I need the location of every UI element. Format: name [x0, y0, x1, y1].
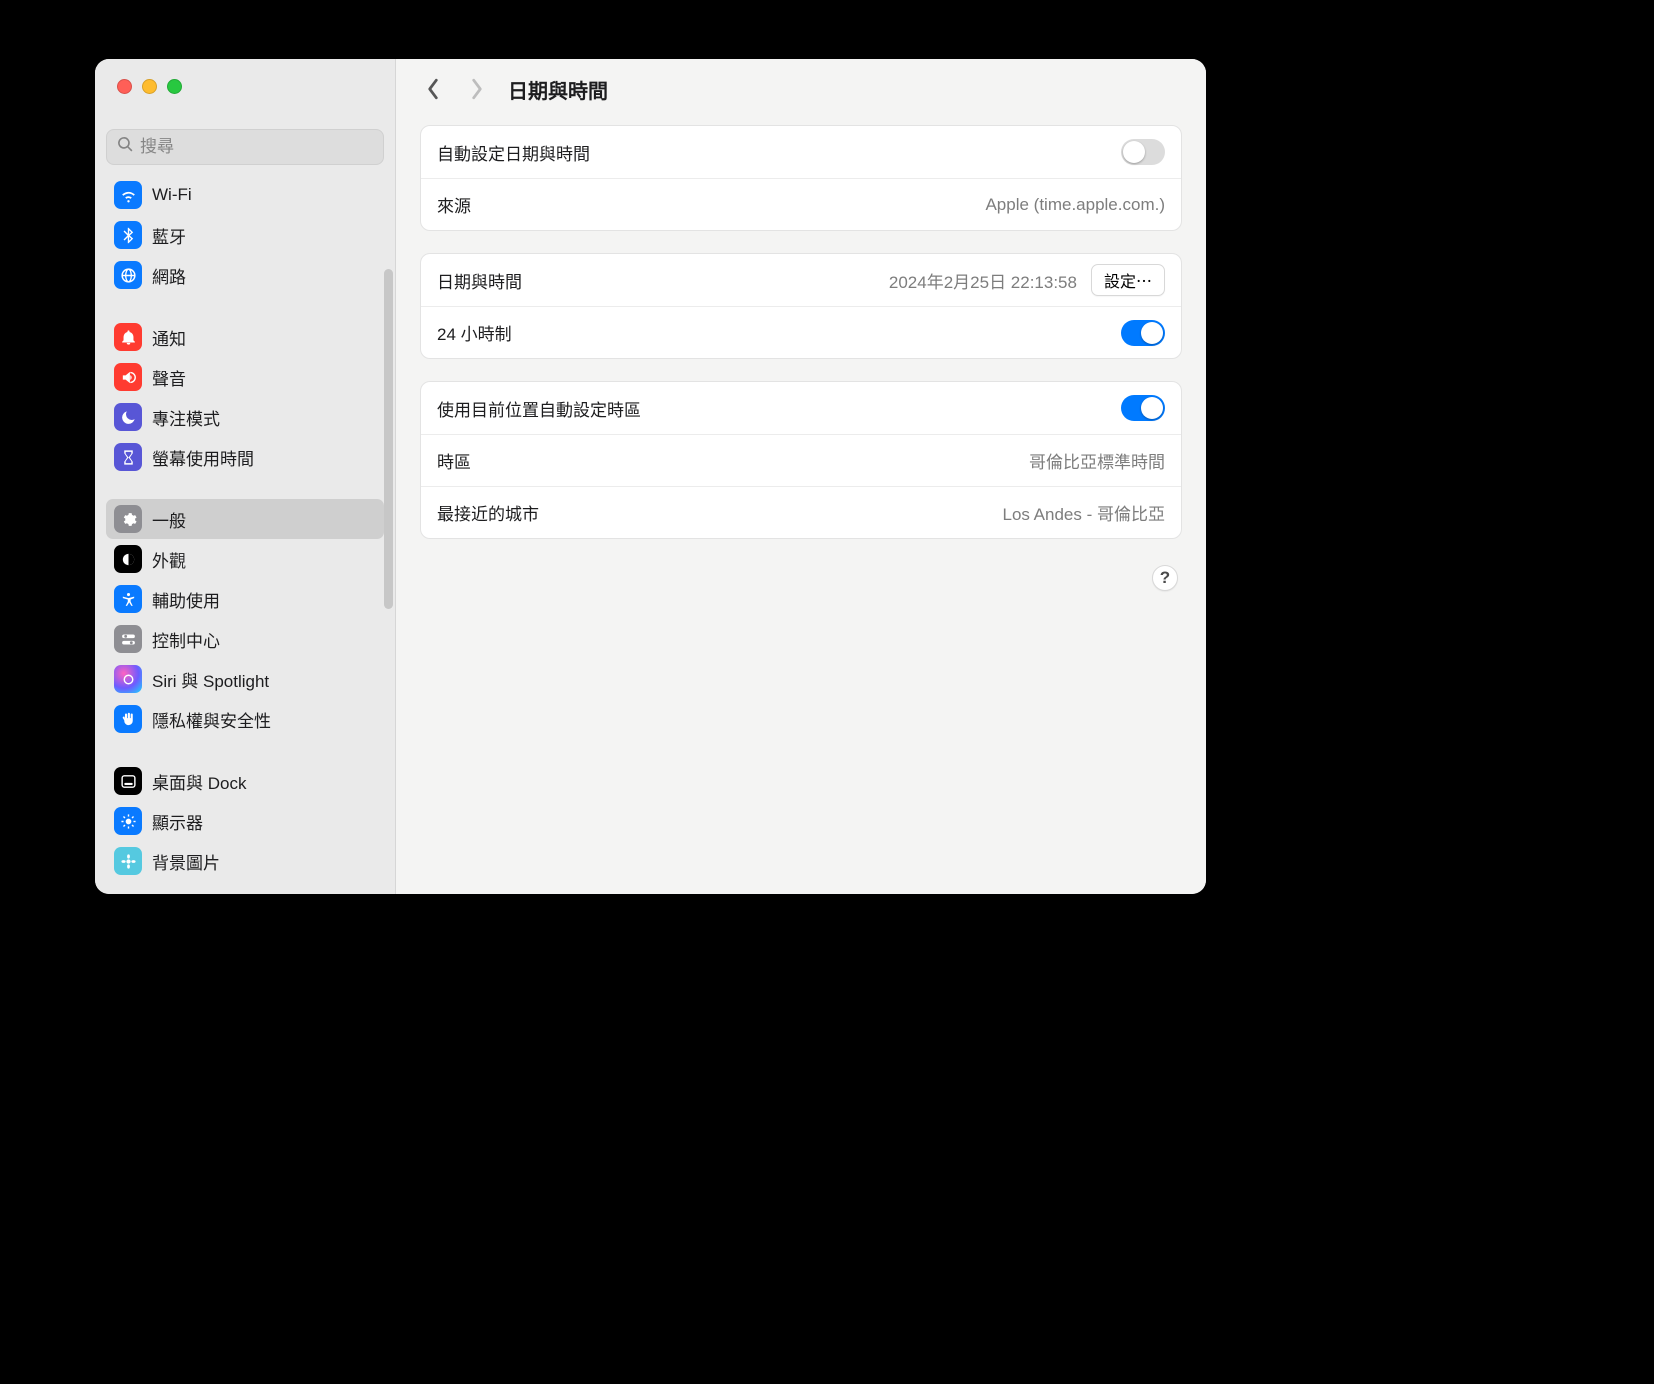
sidebar-item-label: 背景圖片	[152, 849, 220, 874]
sidebar-item-wifi[interactable]: Wi-Fi	[106, 175, 384, 215]
sidebar-item-label: 控制中心	[152, 627, 220, 652]
wifi-icon	[114, 181, 142, 209]
gear-icon	[114, 505, 142, 533]
sidebar-item-bluetooth[interactable]: 藍牙	[106, 215, 384, 255]
moon-icon	[114, 403, 142, 431]
sidebar-item-label: 外觀	[152, 547, 186, 572]
card-timezone: 使用目前位置自動設定時區 時區 哥倫比亞標準時間 最接近的城市 Los Ande…	[420, 381, 1182, 539]
forward-button[interactable]	[464, 76, 490, 102]
sidebar-item-screentime[interactable]: 螢幕使用時間	[106, 437, 384, 477]
toggle-24h[interactable]	[1121, 320, 1165, 346]
row-auto-datetime: 自動設定日期與時間	[421, 126, 1181, 178]
sidebar-item-notifications[interactable]: 通知	[106, 317, 384, 357]
toggle-auto-datetime[interactable]	[1121, 139, 1165, 165]
sidebar-item-label: 隱私權與安全性	[152, 707, 271, 732]
sidebar-item-wallpaper[interactable]: 背景圖片	[106, 841, 384, 881]
card-datetime: 自動設定日期與時間 來源 Apple (time.apple.com.)	[420, 125, 1182, 231]
page-title: 日期與時間	[508, 75, 608, 104]
content-area: 自動設定日期與時間 來源 Apple (time.apple.com.) 日期與…	[396, 119, 1206, 894]
sidebar-item-label: 輔助使用	[152, 587, 220, 612]
row-label: 使用目前位置自動設定時區	[437, 396, 641, 421]
titlebar: 日期與時間	[396, 59, 1206, 119]
speaker-icon	[114, 363, 142, 391]
search-field[interactable]	[106, 129, 384, 165]
sidebar-item-general[interactable]: 一般	[106, 499, 384, 539]
minimize-button[interactable]	[142, 79, 157, 94]
row-label: 日期與時間	[437, 268, 522, 293]
search-field-wrapper	[106, 129, 384, 165]
row-label: 來源	[437, 192, 471, 217]
sidebar: Wi-Fi 藍牙 網路 通知	[95, 59, 396, 894]
sidebar-item-label: 藍牙	[152, 223, 186, 248]
hand-icon	[114, 705, 142, 733]
sidebar-item-label: 顯示器	[152, 809, 203, 834]
dock-icon	[114, 767, 142, 795]
row-label: 最接近的城市	[437, 500, 539, 525]
row-value: 哥倫比亞標準時間	[1029, 448, 1165, 473]
row-label: 24 小時制	[437, 320, 512, 345]
sidebar-item-accessibility[interactable]: 輔助使用	[106, 579, 384, 619]
back-button[interactable]	[420, 76, 446, 102]
hourglass-icon	[114, 443, 142, 471]
sidebar-item-label: 專注模式	[152, 405, 220, 430]
sidebar-item-label: 一般	[152, 507, 186, 532]
main-pane: 日期與時間 自動設定日期與時間 來源 Apple (time.apple.com…	[396, 59, 1206, 894]
sidebar-item-label: Wi-Fi	[152, 185, 192, 205]
row-value: Apple (time.apple.com.)	[985, 195, 1165, 215]
close-button[interactable]	[117, 79, 132, 94]
window-controls	[95, 59, 395, 109]
sidebar-item-desktop-dock[interactable]: 桌面與 Dock	[106, 761, 384, 801]
row-datetime: 日期與時間 2024年2月25日 22:13:58 設定⋯	[421, 254, 1181, 306]
row-tz: 時區 哥倫比亞標準時間	[421, 434, 1181, 486]
row-value: Los Andes - 哥倫比亞	[1002, 500, 1165, 525]
row-24h: 24 小時制	[421, 306, 1181, 358]
sidebar-list[interactable]: Wi-Fi 藍牙 網路 通知	[95, 175, 395, 894]
help-button[interactable]: ?	[1152, 565, 1178, 591]
sidebar-item-label: 通知	[152, 325, 186, 350]
row-label: 時區	[437, 448, 471, 473]
sidebar-item-displays[interactable]: 顯示器	[106, 801, 384, 841]
bluetooth-icon	[114, 221, 142, 249]
row-label: 自動設定日期與時間	[437, 140, 590, 165]
sidebar-item-label: 聲音	[152, 365, 186, 390]
search-input[interactable]	[140, 137, 373, 157]
sidebar-scrollbar[interactable]	[384, 269, 393, 609]
row-source: 來源 Apple (time.apple.com.)	[421, 178, 1181, 230]
globe-icon	[114, 261, 142, 289]
appearance-icon	[114, 545, 142, 573]
search-icon	[117, 136, 134, 158]
help-row: ?	[420, 561, 1182, 591]
sidebar-item-focus[interactable]: 專注模式	[106, 397, 384, 437]
sidebar-item-sound[interactable]: 聲音	[106, 357, 384, 397]
toggle-auto-tz[interactable]	[1121, 395, 1165, 421]
set-datetime-button[interactable]: 設定⋯	[1091, 264, 1165, 296]
sidebar-item-label: 螢幕使用時間	[152, 445, 254, 470]
sidebar-item-label: 桌面與 Dock	[152, 769, 246, 794]
row-auto-tz: 使用目前位置自動設定時區	[421, 382, 1181, 434]
brightness-icon	[114, 807, 142, 835]
sidebar-item-label: 網路	[152, 263, 186, 288]
siri-icon	[114, 665, 142, 693]
zoom-button[interactable]	[167, 79, 182, 94]
accessibility-icon	[114, 585, 142, 613]
flower-icon	[114, 847, 142, 875]
sidebar-item-label: Siri 與 Spotlight	[152, 667, 269, 692]
row-city: 最接近的城市 Los Andes - 哥倫比亞	[421, 486, 1181, 538]
sidebar-item-privacy[interactable]: 隱私權與安全性	[106, 699, 384, 739]
sidebar-item-appearance[interactable]: 外觀	[106, 539, 384, 579]
row-value: 2024年2月25日 22:13:58	[889, 268, 1077, 293]
sidebar-item-network[interactable]: 網路	[106, 255, 384, 295]
sidebar-item-control-center[interactable]: 控制中心	[106, 619, 384, 659]
sidebar-item-siri[interactable]: Siri 與 Spotlight	[106, 659, 384, 699]
card-clock: 日期與時間 2024年2月25日 22:13:58 設定⋯ 24 小時制	[420, 253, 1182, 359]
bell-icon	[114, 323, 142, 351]
system-settings-window: Wi-Fi 藍牙 網路 通知	[95, 59, 1206, 894]
sliders-icon	[114, 625, 142, 653]
